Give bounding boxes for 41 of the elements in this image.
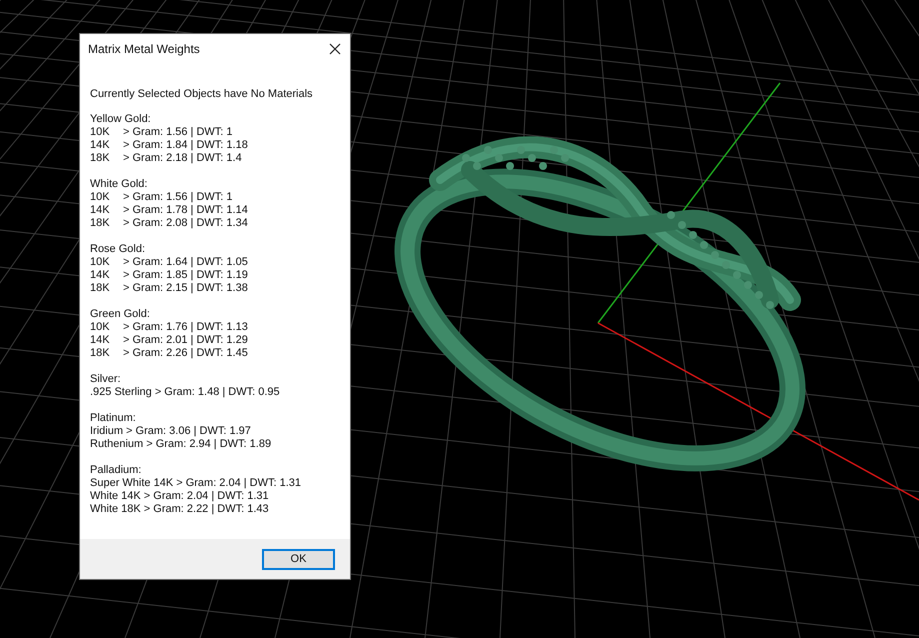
weight-reading: Ruthenium > Gram: 2.94 | DWT: 1.89 [90,438,272,451]
section-heading: Silver: [90,373,122,386]
window-title: Matrix Metal Weights [88,42,200,56]
weight-reading: > Gram: 1.76 | DWT: 1.13 [123,321,248,334]
section-heading: Rose Gold: [90,243,146,256]
weight-reading: > Gram: 2.18 | DWT: 1.4 [123,152,242,165]
weight-reading: > Gram: 2.26 | DWT: 1.45 [123,347,248,360]
karat-label: 14K [90,334,111,347]
weight-reading: White 18K > Gram: 2.22 | DWT: 1.43 [90,503,270,516]
weight-reading: > Gram: 1.85 | DWT: 1.19 [123,269,248,282]
weight-reading: .925 Sterling > Gram: 1.48 | DWT: 0.95 [90,386,281,399]
karat-label: 14K [90,139,111,152]
weight-reading: > Gram: 2.08 | DWT: 1.34 [123,217,248,230]
weight-reading: > Gram: 1.84 | DWT: 1.18 [123,139,248,152]
weight-reading: > Gram: 2.01 | DWT: 1.29 [123,334,248,347]
weight-reading: White 14K > Gram: 2.04 | DWT: 1.31 [90,490,270,503]
karat-label: 10K [90,126,111,139]
weight-reading: > Gram: 1.56 | DWT: 1 [123,191,233,204]
weight-reading: Iridium > Gram: 3.06 | DWT: 1.97 [90,425,252,438]
weight-reading: > Gram: 1.56 | DWT: 1 [123,126,233,139]
weight-reading: > Gram: 1.64 | DWT: 1.05 [123,256,248,269]
status-message: Currently Selected Objects have No Materials [90,87,314,101]
karat-label: 18K [90,217,111,230]
weight-reading: > Gram: 2.15 | DWT: 1.38 [123,282,248,295]
weight-reading: > Gram: 1.78 | DWT: 1.14 [123,204,248,217]
karat-label: 14K [90,204,111,217]
karat-label: 10K [90,191,111,204]
karat-label: 18K [90,282,111,295]
close-icon[interactable] [329,43,341,55]
karat-label: 14K [90,269,111,282]
weight-reading: Super White 14K > Gram: 2.04 | DWT: 1.31 [90,477,302,490]
section-heading: Palladium: [90,464,142,477]
section-heading: White Gold: [90,178,148,191]
section-heading: Green Gold: [90,308,151,321]
karat-label: 18K [90,347,111,360]
section-heading: Platinum: [90,412,137,425]
karat-label: 10K [90,256,111,269]
section-heading: Yellow Gold: [90,113,152,126]
ok-button[interactable]: OK [262,548,335,570]
karat-label: 18K [90,152,111,165]
karat-label: 10K [90,321,111,334]
